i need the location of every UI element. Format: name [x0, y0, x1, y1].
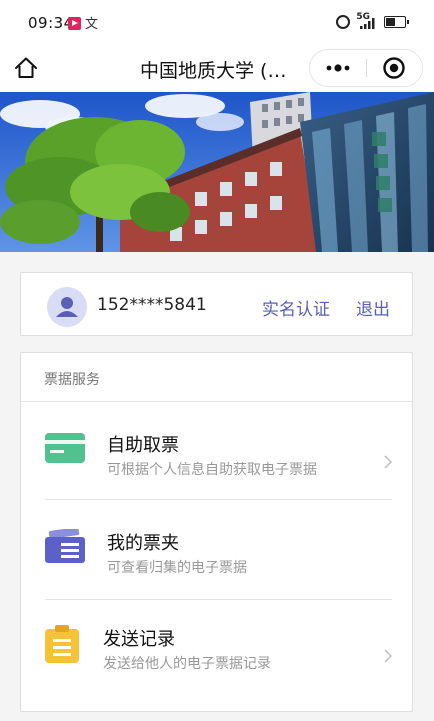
chevron-right-icon	[384, 649, 392, 663]
logout-link[interactable]: 退出	[356, 295, 390, 320]
service-title: 自助取票	[107, 435, 179, 456]
send-record-icon	[45, 625, 79, 663]
video-app-icon	[68, 17, 81, 30]
service-title: 发送记录	[103, 629, 175, 650]
real-name-verify-link[interactable]: 实名认证	[262, 295, 330, 320]
chevron-right-icon	[384, 455, 392, 469]
status-time: 09:34	[28, 14, 74, 32]
ticket-services-card: 票据服务 自助取票 可根据个人信息自助获取电子票据 我的票夹 可查看归集的电子票…	[20, 352, 413, 712]
status-extra-glyph: 文	[85, 17, 99, 32]
user-card: 152****5841 实名认证 退出	[20, 272, 413, 336]
user-phone: 152****5841	[97, 295, 207, 315]
section-title: 票据服务	[44, 372, 100, 388]
more-button[interactable]	[310, 50, 366, 86]
page-title: 中国地质大学 (…	[140, 60, 287, 82]
nav-bar: 中国地质大学 (…	[0, 46, 434, 92]
section-divider	[21, 401, 412, 402]
avatar	[47, 287, 87, 327]
home-icon[interactable]	[13, 55, 39, 81]
signal-icon	[360, 18, 375, 29]
ticket-folder-icon	[45, 529, 85, 563]
service-item-self-collect[interactable]: 自助取票 可根据个人信息自助获取电子票据	[45, 431, 392, 527]
close-capsule-icon	[383, 57, 405, 79]
mini-program-capsule	[309, 49, 423, 87]
alarm-icon	[336, 15, 350, 29]
service-description: 发送给他人的电子票据记录	[103, 656, 271, 672]
service-item-ticket-folder[interactable]: 我的票夹 可查看归集的电子票据	[45, 529, 392, 625]
service-title: 我的票夹	[107, 533, 179, 554]
battery-icon	[384, 16, 409, 28]
campus-building-photo	[0, 92, 434, 252]
card-icon	[45, 433, 85, 463]
status-bar: 09:34 文 5G	[0, 0, 434, 46]
item-divider	[45, 599, 392, 600]
campus-banner	[0, 92, 434, 252]
user-avatar-icon	[56, 297, 78, 317]
service-description: 可根据个人信息自助获取电子票据	[107, 462, 317, 478]
service-item-send-record[interactable]: 发送记录 发送给他人的电子票据记录	[45, 625, 392, 721]
item-divider	[45, 499, 392, 500]
service-description: 可查看归集的电子票据	[107, 560, 247, 576]
close-mini-program-button[interactable]	[367, 50, 422, 86]
more-icon	[326, 64, 350, 72]
